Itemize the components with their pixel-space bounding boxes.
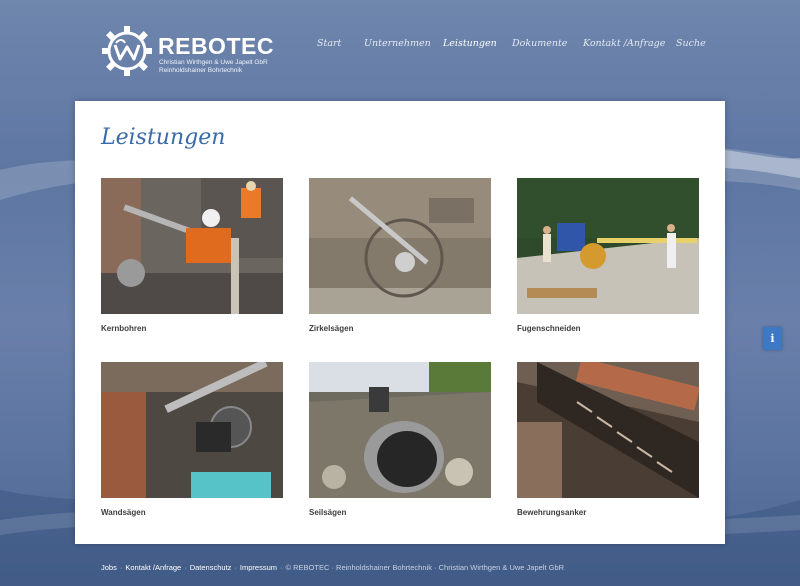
service-caption: Kernbohren (101, 324, 147, 333)
brand-logo[interactable]: REBOTEC Christian Wirthgen & Uwe Japelt … (101, 25, 273, 81)
service-image-fugenschneiden[interactable] (517, 178, 699, 314)
service-image-wandsaegen[interactable] (101, 362, 283, 498)
footer: Jobs · Kontakt /Anfrage · Datenschutz · Impres… (101, 563, 564, 572)
service-tile-kernbohren[interactable]: Kernbohren (101, 178, 283, 333)
brand-subtitle-company: Reinholdshainer Bohrtechnik (159, 67, 243, 74)
footer-separator: · (184, 563, 187, 572)
service-tile-fugenschneiden[interactable]: Fugenschneiden (517, 178, 699, 333)
nav-start[interactable]: Start (317, 38, 341, 49)
service-image-zirkelsaegen[interactable] (309, 178, 491, 314)
footer-separator: · (280, 563, 283, 572)
page-title: Leistungen (101, 125, 226, 150)
nav-unternehmen[interactable]: Unternehmen (364, 38, 431, 49)
service-caption: Fugenschneiden (517, 324, 581, 333)
nav-leistungen[interactable]: Leistungen (443, 38, 497, 49)
nav-dokumente[interactable]: Dokumente (512, 38, 567, 49)
footer-link-jobs[interactable]: Jobs (101, 563, 117, 572)
info-button[interactable]: i (763, 327, 782, 350)
service-caption: Seilsägen (309, 508, 347, 517)
service-image-bewehrungsanker[interactable] (517, 362, 699, 498)
service-image-seilsaegen[interactable] (309, 362, 491, 498)
footer-link-kontakt[interactable]: Kontakt /Anfrage (125, 563, 181, 572)
footer-separator: · (234, 563, 237, 572)
footer-separator: · (119, 563, 123, 572)
content-card: Leistungen Kernbohren Zirkelsägen Fugens… (75, 101, 725, 544)
footer-link-datenschutz[interactable]: Datenschutz (190, 563, 232, 572)
service-image-kernbohren[interactable] (101, 178, 283, 314)
service-tile-bewehrungsanker[interactable]: Bewehrungsanker (517, 362, 699, 517)
nav-kontakt-anfrage[interactable]: Kontakt /Anfrage (583, 38, 665, 49)
brand-subtitle-owners: Christian Wirthgen & Uwe Japelt GbR (159, 59, 268, 66)
footer-link-impressum[interactable]: Impressum (240, 563, 277, 572)
service-tile-wandsaegen[interactable]: Wandsägen (101, 362, 283, 517)
main-nav: Start Unternehmen Leistungen Dokumente K… (0, 38, 800, 52)
service-caption: Zirkelsägen (309, 324, 354, 333)
service-caption: Wandsägen (101, 508, 146, 517)
service-tile-seilsaegen[interactable]: Seilsägen (309, 362, 491, 517)
service-tile-zirkelsaegen[interactable]: Zirkelsägen (309, 178, 491, 333)
service-caption: Bewehrungsanker (517, 508, 587, 517)
footer-copyright: © REBOTEC · Reinholdshainer Bohrtechnik … (285, 563, 565, 572)
nav-suche[interactable]: Suche (676, 38, 706, 49)
